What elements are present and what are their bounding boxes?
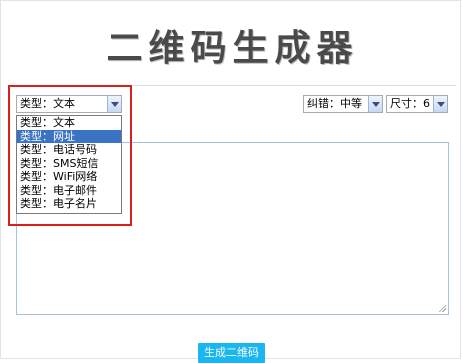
dropdown-option[interactable]: 类型：电子邮件	[17, 184, 121, 198]
resize-grip-icon[interactable]	[438, 304, 446, 312]
type-select[interactable]: 类型：文本	[16, 95, 122, 113]
dropdown-option[interactable]: 类型：SMS短信	[17, 157, 121, 171]
error-correction-value: 纠错：中等	[307, 97, 362, 110]
dropdown-option[interactable]: 类型：文本	[17, 116, 121, 130]
error-correction-select[interactable]: 纠错：中等	[303, 95, 383, 113]
divider	[9, 85, 456, 86]
dropdown-option[interactable]: 类型：电子名片	[17, 197, 121, 211]
chevron-down-icon[interactable]	[368, 96, 382, 112]
size-select-value: 尺寸：6	[390, 97, 430, 110]
type-select-value: 类型：文本	[20, 97, 75, 110]
dropdown-option-highlighted[interactable]: 类型：网址	[17, 129, 121, 143]
page-title: 二维码生成器	[106, 27, 359, 69]
chevron-down-icon[interactable]	[107, 96, 121, 112]
size-select[interactable]: 尺寸：6	[386, 95, 448, 113]
dropdown-option[interactable]: 类型：WiFi网络	[17, 170, 121, 184]
generator-panel: 二维码生成器 类型：文本 纠错：中等 尺寸：6 类型：文本 类型：网址 类型：电…	[0, 0, 461, 359]
type-dropdown-list: 类型：文本 类型：网址 类型：电话号码 类型：SMS短信 类型：WiFi网络 类…	[16, 115, 122, 214]
dropdown-option[interactable]: 类型：电话号码	[17, 143, 121, 157]
chevron-down-icon[interactable]	[433, 96, 447, 112]
generate-qr-button[interactable]: 生成二维码	[198, 343, 265, 363]
